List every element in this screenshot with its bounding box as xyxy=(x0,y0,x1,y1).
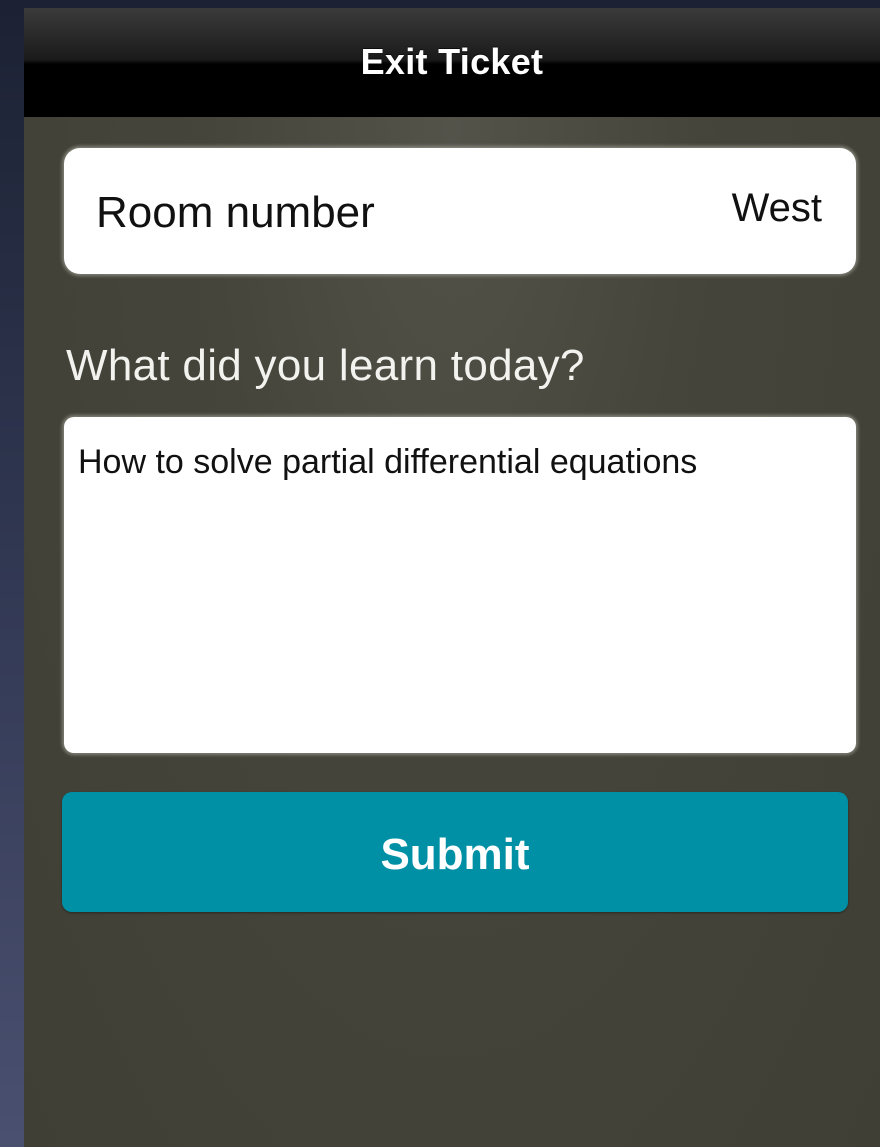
submit-button[interactable]: Submit xyxy=(62,792,848,912)
answer-text[interactable]: How to solve partial differential equati… xyxy=(78,439,698,485)
device-frame: Exit Ticket Room number West What did yo… xyxy=(0,0,880,1147)
page-title: Exit Ticket xyxy=(360,41,544,82)
question-label: What did you learn today? xyxy=(66,341,585,390)
answer-textarea[interactable]: How to solve partial differential equati… xyxy=(64,417,856,753)
room-number-value[interactable]: West xyxy=(732,186,822,231)
submit-button-label: Submit xyxy=(380,830,530,879)
room-number-field[interactable]: Room number West xyxy=(64,148,856,274)
app-screen: Exit Ticket Room number West What did yo… xyxy=(24,8,880,1147)
navigation-bar: Exit Ticket xyxy=(24,8,880,117)
room-number-label: Room number xyxy=(96,188,375,237)
